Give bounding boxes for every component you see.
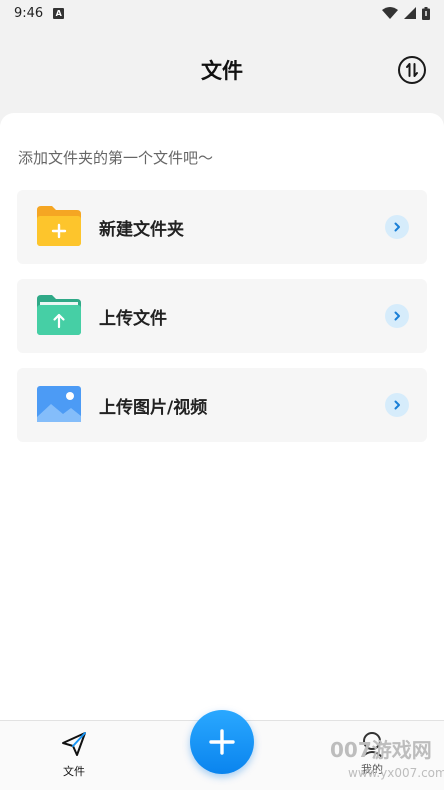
add-button[interactable] bbox=[190, 710, 254, 774]
header: 文件 bbox=[0, 26, 444, 114]
a-badge-icon: A bbox=[53, 7, 65, 19]
sort-button[interactable] bbox=[398, 56, 426, 84]
upload-file-button[interactable]: 上传文件 bbox=[17, 279, 427, 353]
paper-plane-icon bbox=[62, 732, 86, 756]
sort-icon bbox=[406, 63, 418, 77]
upload-file-icon bbox=[37, 295, 81, 335]
tab-files-label: 文件 bbox=[63, 765, 85, 778]
empty-hint: 添加文件夹的第一个文件吧～ bbox=[18, 149, 214, 167]
wifi-icon bbox=[382, 7, 398, 19]
status-bar: 9:46 A bbox=[0, 0, 444, 26]
battery-icon bbox=[422, 6, 430, 20]
chevron-right-icon bbox=[385, 215, 409, 239]
plus-icon bbox=[209, 729, 235, 755]
main-card: 添加文件夹的第一个文件吧～ 新建文件夹 上传文件 上传图片/视频 bbox=[0, 113, 444, 721]
signal-icon bbox=[404, 7, 416, 19]
chevron-right-icon bbox=[385, 393, 409, 417]
status-time: 9:46 bbox=[14, 5, 44, 21]
new-folder-button[interactable]: 新建文件夹 bbox=[17, 190, 427, 264]
upload-image-icon bbox=[37, 386, 81, 422]
chevron-right-icon bbox=[385, 304, 409, 328]
watermark-sub: www.yx007.com bbox=[348, 766, 444, 780]
watermark: 007游戏网 bbox=[330, 738, 432, 762]
upload-file-label: 上传文件 bbox=[99, 308, 167, 329]
new-folder-icon bbox=[37, 206, 81, 246]
new-folder-label: 新建文件夹 bbox=[99, 219, 184, 240]
upload-image-video-button[interactable]: 上传图片/视频 bbox=[17, 368, 427, 442]
upload-image-video-label: 上传图片/视频 bbox=[99, 397, 208, 418]
tab-files[interactable]: 文件 bbox=[54, 731, 94, 779]
page-title: 文件 bbox=[201, 59, 243, 83]
